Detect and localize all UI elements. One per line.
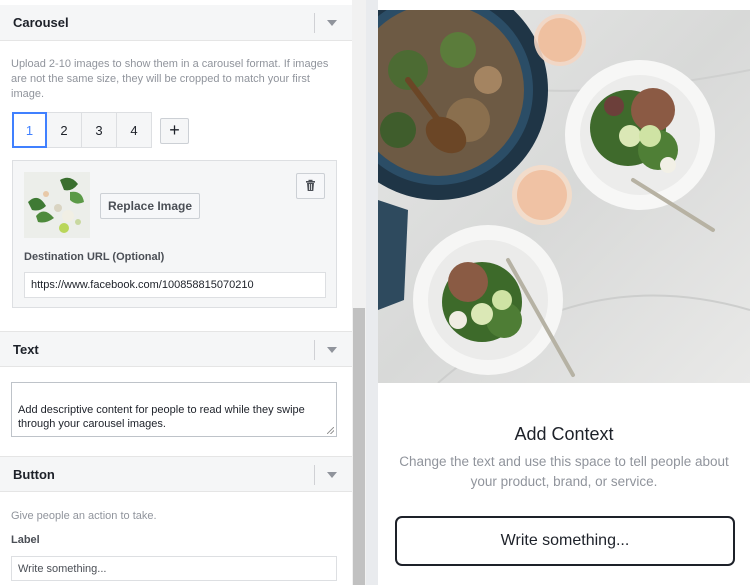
editor-scrollbar-thumb[interactable] bbox=[353, 308, 365, 585]
delete-image-button[interactable] bbox=[296, 173, 325, 199]
carousel-section-title: Carousel bbox=[13, 15, 69, 30]
header-divider bbox=[314, 13, 315, 33]
panel-gap bbox=[366, 0, 378, 585]
add-context-title: Add Context bbox=[514, 424, 614, 444]
carousel-preview-image bbox=[378, 10, 750, 383]
trash-icon bbox=[306, 179, 315, 191]
chevron-down-icon[interactable] bbox=[327, 472, 337, 478]
textarea-value: Add descriptive content for people to re… bbox=[18, 404, 305, 430]
button-section-header[interactable]: Button bbox=[0, 456, 352, 492]
tab-image-2[interactable]: 2 bbox=[47, 112, 82, 148]
add-context-description: Change the text and use this space to te… bbox=[399, 454, 729, 489]
header-divider bbox=[314, 340, 315, 360]
header-divider bbox=[314, 465, 315, 485]
add-image-button[interactable]: + bbox=[160, 118, 189, 144]
carousel-section-header[interactable]: Carousel bbox=[0, 5, 352, 41]
carousel-tabs: 1 2 3 4 bbox=[12, 112, 152, 148]
chevron-down-icon[interactable] bbox=[327, 20, 337, 26]
text-section-header[interactable]: Text bbox=[0, 331, 352, 367]
text-section-title: Text bbox=[13, 342, 39, 357]
preview-panel: Add Context Change the text and use this… bbox=[378, 0, 750, 585]
destination-url-label: Destination URL (Optional) bbox=[24, 251, 165, 263]
carousel-description: Upload 2-10 images to show them in a car… bbox=[11, 58, 329, 100]
button-section-title: Button bbox=[13, 467, 55, 482]
button-label-title: Label bbox=[11, 534, 40, 546]
editor-panel: Carousel Upload 2-10 images to show them… bbox=[0, 0, 352, 585]
button-label-input[interactable]: Write something... bbox=[11, 556, 337, 581]
text-content-textarea[interactable]: Add descriptive content for people to re… bbox=[11, 382, 337, 437]
tab-image-3[interactable]: 3 bbox=[82, 112, 117, 148]
tab-image-4[interactable]: 4 bbox=[117, 112, 152, 148]
replace-image-button[interactable]: Replace Image bbox=[100, 193, 200, 219]
destination-url-input[interactable]: https://www.facebook.com/100858815070210 bbox=[24, 272, 326, 298]
carousel-card: Replace Image Destination URL (Optional)… bbox=[12, 160, 337, 308]
preview-cta-button[interactable]: Write something... bbox=[395, 516, 735, 566]
chevron-down-icon[interactable] bbox=[327, 347, 337, 353]
button-description: Give people an action to take. bbox=[11, 510, 157, 522]
image-thumbnail bbox=[24, 172, 90, 238]
resize-handle-icon[interactable] bbox=[327, 427, 334, 434]
tab-image-1[interactable]: 1 bbox=[12, 112, 47, 148]
